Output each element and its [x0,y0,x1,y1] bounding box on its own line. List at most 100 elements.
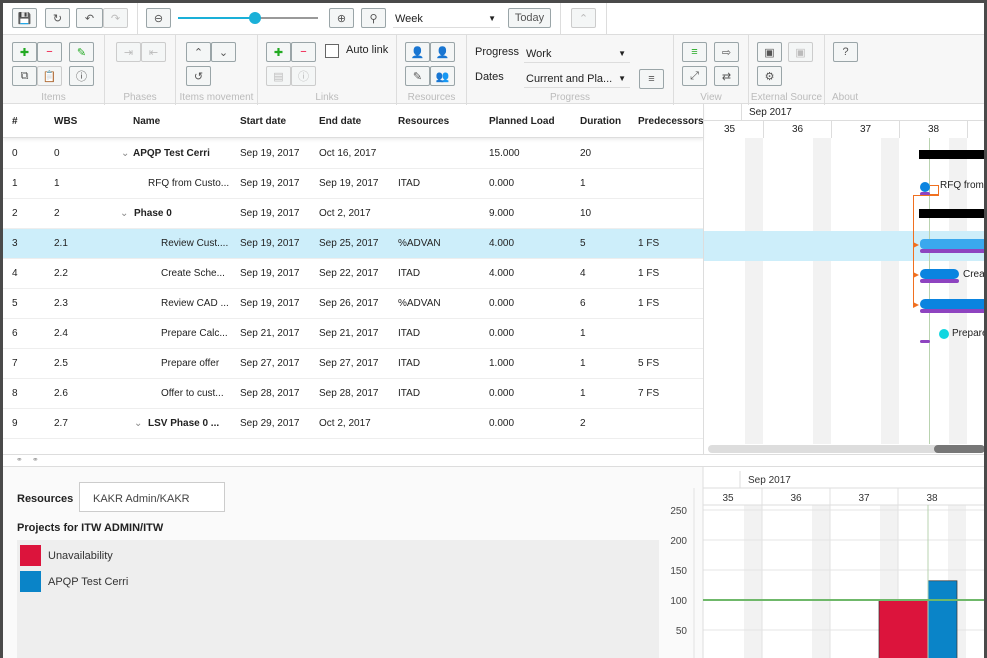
table-row[interactable]: 4 2.2 Create Sche... Sep 19, 2017 Sep 22, 20… [3,259,703,289]
task-bar[interactable] [920,239,984,249]
add-external-button[interactable]: ▣ [757,42,782,62]
zoom-slider-handle[interactable] [249,12,261,24]
link-icon[interactable]: ⚭ [16,455,23,464]
milestone[interactable] [920,182,930,192]
task-bar[interactable] [920,269,959,279]
table-row[interactable]: 3 2.1 Review Cust.... Sep 19, 2017 Sep 25, 2… [3,229,703,259]
column-header[interactable]: # [12,116,18,127]
group-external-source: ▣ ▣ ⚙ External Source [749,35,825,105]
external-settings-button[interactable]: ⚙ [757,66,782,86]
column-header[interactable]: Predecessors [638,116,704,127]
copy-button[interactable]: ⧉ [12,66,37,86]
edit-resource-button[interactable]: ✎ [405,66,430,86]
chevron-down-icon[interactable]: ⌄ [120,208,128,219]
expand-button[interactable]: ⤢ [682,66,707,86]
table-row[interactable]: 6 2.4 Prepare Calc... Sep 21, 2017 Sep 21, 2… [3,319,703,349]
table-row[interactable]: 0 0 ⌄ APQP Test Cerri Sep 19, 2017 Oct 16, 20… [3,139,703,169]
progress-select[interactable]: Work ▼ [524,45,630,63]
dates-select[interactable]: Current and Pla... ▼ [524,70,630,88]
column-header[interactable]: WBS [54,116,77,127]
collapse-ribbon-button[interactable]: ⌃ [571,8,596,28]
move-down-button[interactable]: ⌄ [211,42,236,62]
zoom-out-button[interactable]: ⊖ [146,8,171,28]
today-button[interactable]: Today [508,8,551,28]
table-row[interactable]: 9 2.7 ⌄ LSV Phase 0 ... Sep 29, 2017 Oct 2, 2… [3,409,703,439]
help-button[interactable]: ? [833,42,858,62]
add-link-button[interactable]: ✚ [266,42,291,62]
unlink-icon[interactable]: ⚭ [32,455,39,464]
undo-button[interactable]: ↶ [76,8,103,28]
outline-view-button[interactable]: ≡ [682,42,707,62]
chevron-down-icon[interactable]: ⌄ [121,148,129,159]
resource-panel: Resources KAKR Admin/KAKR Projects for I… [3,467,984,658]
remove-external-button[interactable]: ▣ [788,42,813,62]
table-row[interactable]: 2 2 ⌄ Phase 0 Sep 19, 2017 Oct 2, 2017 9.000 10 [3,199,703,229]
remove-resource-button[interactable]: 👤 [430,42,455,62]
baseline-bar[interactable] [920,309,984,313]
progress-lines-button[interactable]: ≡ [639,69,664,89]
task-label: Creat [963,269,984,280]
cell-n: 0 [12,148,18,159]
load-bar[interactable] [878,599,929,658]
cell-start: Sep 19, 2017 [240,208,300,219]
move-up-button[interactable]: ⌃ [186,42,211,62]
summary-bar[interactable] [919,150,984,159]
baseline-bar[interactable] [920,249,984,253]
week-tick-label: 37 [858,493,870,504]
column-header[interactable]: Planned Load [489,116,555,127]
link-info-button[interactable]: ⓘ [291,66,316,86]
export-button[interactable]: ⇨ [714,42,739,62]
refresh-button[interactable]: ↻ [45,8,70,28]
indent-button[interactable]: ⇥ [116,42,141,62]
baseline-bar[interactable] [920,279,959,283]
column-header[interactable]: Duration [580,116,621,127]
info-button[interactable]: ⓘ [69,66,94,86]
milestone[interactable] [939,329,949,339]
scale-select[interactable]: Week ▼ [393,10,500,28]
cell-name: Prepare offer [161,358,220,369]
paste-button[interactable]: 📋 [37,66,62,86]
scrollbar-thumb[interactable] [934,445,984,453]
save-button[interactable]: 💾 [12,8,37,28]
remove-item-button[interactable]: − [37,42,62,62]
shuffle-button[interactable]: ⇄ [714,66,739,86]
cell-dur: 4 [580,268,586,279]
column-header[interactable]: Name [133,116,160,127]
resource-group-button[interactable]: 👥 [430,66,455,86]
outdent-button[interactable]: ⇤ [141,42,166,62]
column-header[interactable]: End date [319,116,361,127]
redo-button[interactable]: ↷ [103,8,128,28]
column-header[interactable]: Start date [240,116,286,127]
cell-start: Sep 19, 2017 [240,298,300,309]
task-bar[interactable] [920,299,984,309]
history-button[interactable]: ↺ [186,66,211,86]
baseline-bar[interactable] [920,340,930,343]
week-header: 37 [831,121,899,138]
auto-link-checkbox[interactable] [325,44,339,58]
divider [137,3,138,34]
cell-load: 0.000 [489,298,515,309]
cell-start: Sep 19, 2017 [240,268,300,279]
zoom-in-button[interactable]: ⊕ [329,8,354,28]
add-resource-button[interactable]: 👤 [405,42,430,62]
table-row[interactable]: 5 2.3 Review CAD ... Sep 19, 2017 Sep 26, 20… [3,289,703,319]
horizontal-scrollbar[interactable] [708,445,984,453]
month-header: Sep 2017 [741,104,792,121]
table-row[interactable]: 1 1 RFQ from Custo... Sep 19, 2017 Sep 19, 2… [3,169,703,199]
summary-bar[interactable] [919,209,984,218]
table-row[interactable]: 8 2.6 Offer to cust... Sep 28, 2017 Sep 28, … [3,379,703,409]
edit-item-button[interactable]: ✎ [69,42,94,62]
load-bar[interactable] [927,580,958,658]
table-row[interactable]: 7 2.5 Prepare offer Sep 27, 2017 Sep 27, 201… [3,349,703,379]
link-edit-button[interactable]: ▤ [266,66,291,86]
add-item-button[interactable]: ✚ [12,42,37,62]
column-header[interactable]: Resources [398,116,449,127]
splitter[interactable]: ⚭ ⚭ [3,454,984,467]
remove-link-button[interactable]: − [291,42,316,62]
zoom-fit-button[interactable]: ⚲ [361,8,386,28]
progress-label: Progress [475,46,520,58]
chevron-down-icon[interactable]: ⌄ [134,418,142,429]
legend-swatch [20,571,41,592]
zoom-slider[interactable] [178,12,318,24]
resource-field[interactable]: KAKR Admin/KAKR [79,482,225,512]
